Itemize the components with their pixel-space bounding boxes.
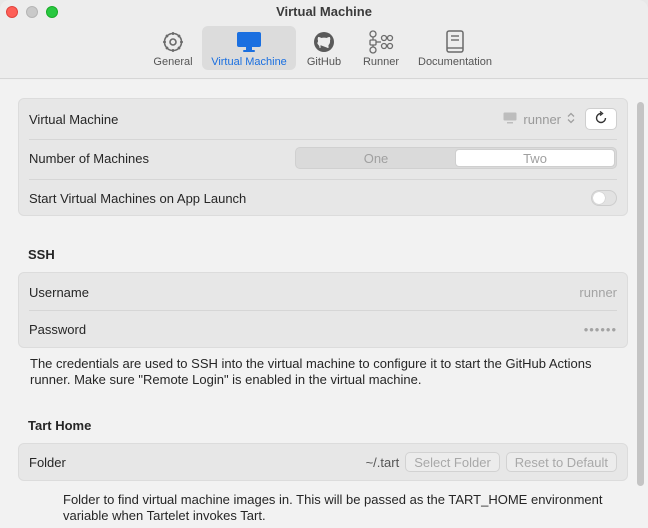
launch-toggle[interactable]: [591, 190, 617, 206]
machines-row: Number of Machines One Two: [19, 138, 627, 178]
vm-selected-value: runner: [523, 111, 561, 127]
scrollbar[interactable]: [637, 102, 644, 486]
chevron-updown-icon: [567, 112, 575, 127]
password-label: Password: [29, 321, 87, 337]
toolbar: Virtual Machine General Virtual Machine …: [0, 0, 648, 79]
window-title: Virtual Machine: [276, 4, 372, 19]
tab-label: Documentation: [418, 56, 492, 68]
monitor-icon: [236, 29, 262, 54]
password-field[interactable]: ••••••: [584, 322, 617, 337]
reset-default-button[interactable]: Reset to Default: [505, 452, 617, 472]
tab-general[interactable]: General: [146, 26, 200, 70]
vm-label: Virtual Machine: [29, 111, 119, 127]
tab-label: Virtual Machine: [211, 56, 287, 68]
tab-runner[interactable]: Runner: [358, 26, 404, 70]
username-row: Username runner: [19, 273, 627, 311]
workflow-icon: [368, 29, 394, 54]
vm-select-row: Virtual Machine runner: [19, 99, 627, 139]
tart-group: Folder ~/.tart Select Folder Reset to De…: [18, 443, 628, 481]
machines-option-two[interactable]: Two: [455, 149, 615, 167]
refresh-icon: [594, 110, 608, 128]
username-field[interactable]: runner: [579, 285, 617, 300]
tab-label: General: [153, 56, 193, 68]
monitor-small-icon: [503, 112, 517, 127]
github-icon: [313, 29, 335, 54]
refresh-button[interactable]: [585, 108, 617, 130]
vm-select[interactable]: runner: [503, 112, 575, 127]
select-folder-button[interactable]: Select Folder: [405, 452, 500, 472]
vm-settings-group: Virtual Machine runner Number of Machine…: [18, 98, 628, 216]
book-icon: [445, 29, 465, 54]
launch-label: Start Virtual Machines on App Launch: [29, 190, 247, 206]
toggle-knob: [593, 192, 605, 204]
tab-label: Runner: [362, 56, 400, 68]
settings-content: Virtual Machine runner Number of Machine…: [0, 80, 648, 528]
folder-row: Folder ~/.tart Select Folder Reset to De…: [19, 444, 627, 480]
folder-path: ~/.tart: [365, 454, 400, 470]
machines-label: Number of Machines: [29, 150, 149, 166]
tart-note: Folder to find virtual machine images in…: [63, 492, 603, 523]
password-row: Password ••••••: [19, 310, 627, 348]
tart-section-title: Tart Home: [28, 418, 92, 433]
ssh-section-title: SSH: [28, 247, 55, 262]
machines-option-one[interactable]: One: [297, 149, 455, 167]
gear-icon: [162, 29, 184, 54]
ssh-group: Username runner Password ••••••: [18, 272, 628, 348]
tab-label: GitHub: [306, 56, 342, 68]
tab-documentation[interactable]: Documentation: [412, 26, 498, 70]
ssh-note: The credentials are used to SSH into the…: [30, 356, 592, 387]
launch-row: Start Virtual Machines on App Launch: [19, 178, 627, 218]
tab-github[interactable]: GitHub: [302, 26, 346, 70]
settings-window: Virtual Machine General Virtual Machine …: [0, 0, 648, 528]
username-label: Username: [29, 284, 89, 300]
machines-segmented-control: One Two: [295, 147, 617, 169]
folder-label: Folder: [29, 454, 66, 470]
tab-virtual-machine[interactable]: Virtual Machine: [202, 26, 296, 70]
